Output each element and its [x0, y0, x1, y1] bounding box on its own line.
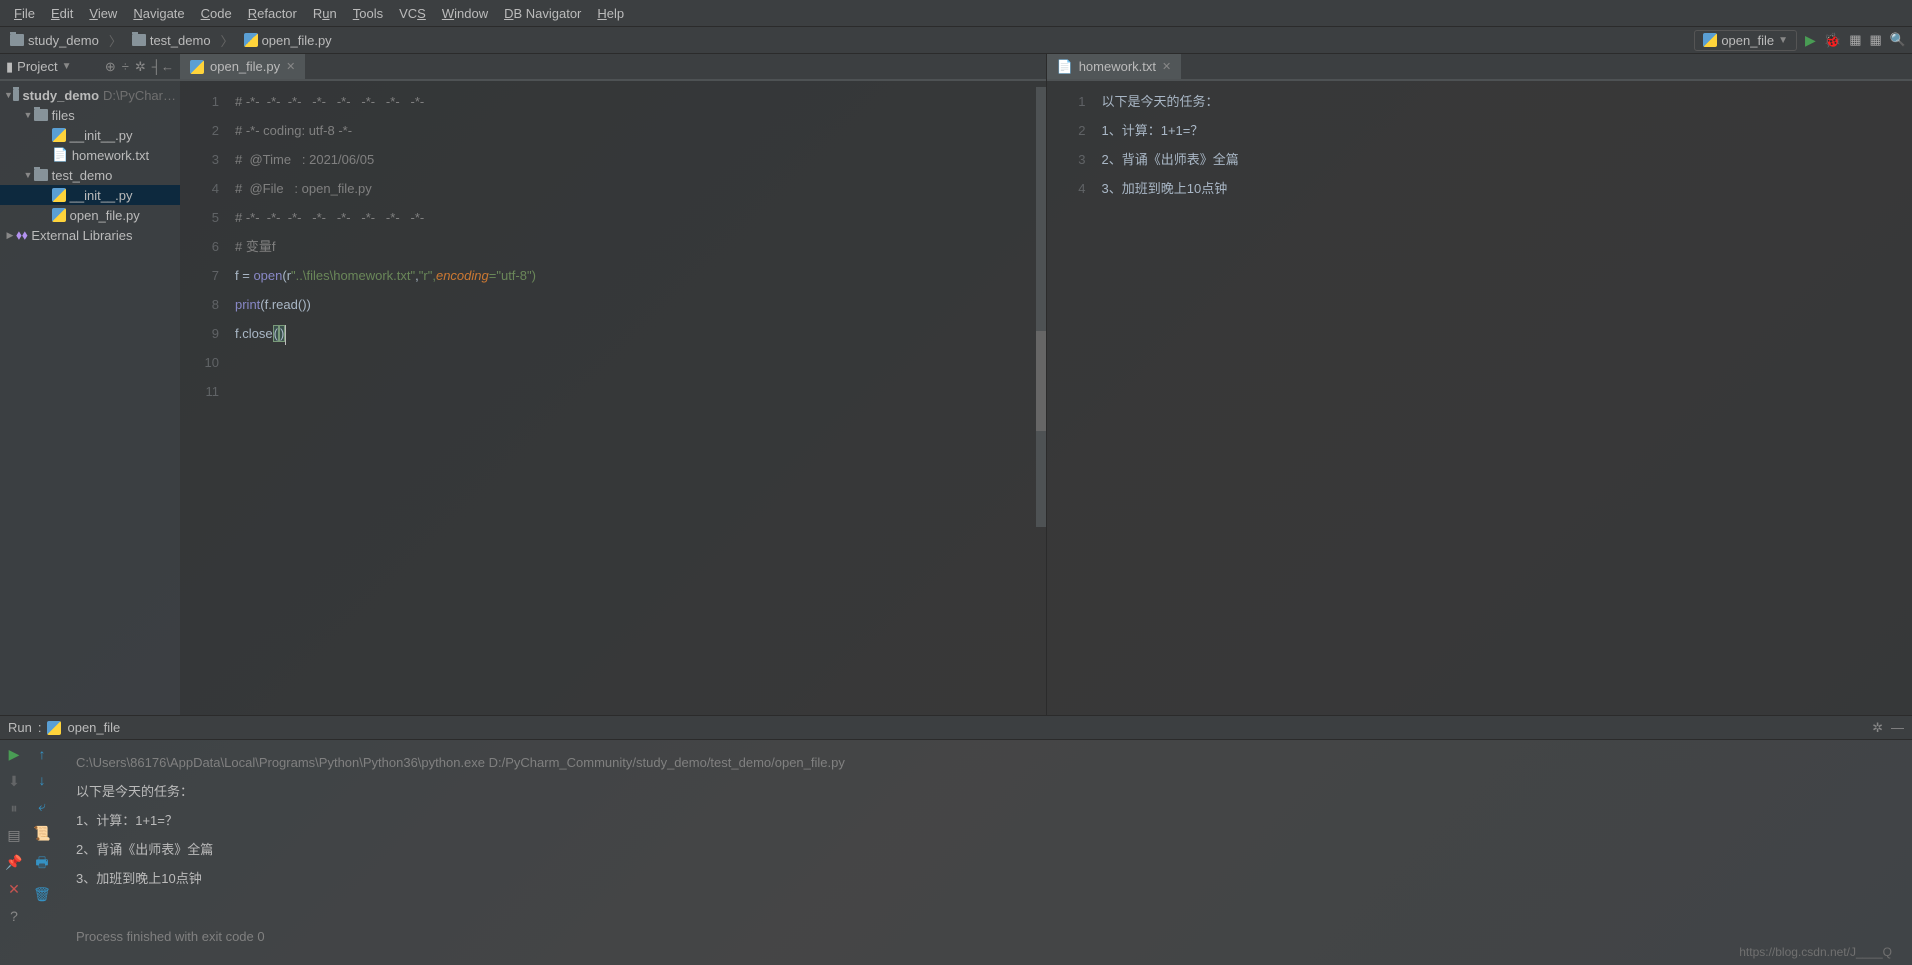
stop-down-icon[interactable]: ⬇ [8, 773, 20, 790]
code-editor[interactable]: 1234 以下是今天的任务：1、计算：1+1=？2、背诵《出师表》全篇3、加班到… [1047, 81, 1912, 715]
folder-icon [34, 169, 48, 181]
menu-dbnavigator[interactable]: DB Navigator [496, 2, 589, 25]
line-number-gutter: 1234567891011 [180, 81, 235, 715]
text-file-icon: 📄 [52, 147, 68, 163]
tree-file[interactable]: 📄 homework.txt [0, 145, 180, 165]
tab-label: open_file.py [210, 59, 280, 74]
wrap-icon[interactable]: ⤶ [38, 798, 46, 815]
breadcrumb-item[interactable]: test_demo [128, 31, 215, 50]
python-file-icon [52, 188, 66, 202]
locate-icon[interactable]: ⊕ [105, 59, 116, 75]
trash-icon[interactable]: 🗑 [33, 886, 51, 903]
breadcrumb: study_demo 〉 test_demo 〉 open_file.py [6, 31, 1694, 50]
tab-label: homework.txt [1079, 59, 1156, 74]
console-output[interactable]: C:\Users\86176\AppData\Local\Programs\Py… [56, 740, 1912, 965]
rerun-icon[interactable]: ▶ [9, 746, 20, 763]
editor-tab[interactable]: 📄 homework.txt ✕ [1047, 54, 1182, 79]
python-file-icon [244, 33, 258, 47]
close-icon[interactable]: ✕ [8, 881, 20, 898]
menu-help[interactable]: Help [589, 2, 632, 25]
python-file-icon [52, 208, 66, 222]
breadcrumb-item[interactable]: open_file.py [240, 31, 336, 50]
text-file-icon: 📄 [1057, 59, 1073, 75]
python-file-icon [47, 721, 61, 735]
pause-icon[interactable]: ⏸ [11, 800, 18, 817]
run-button[interactable]: ▶ [1805, 32, 1816, 49]
python-file-icon [52, 128, 66, 142]
menu-tools[interactable]: Tools [345, 2, 391, 25]
toolbar-icon[interactable]: ▦ [1849, 32, 1861, 48]
close-icon[interactable]: ✕ [286, 60, 295, 73]
watermark: https://blog.csdn.net/J____Q [1739, 945, 1892, 959]
tree-folder[interactable]: ▼ files [0, 105, 180, 125]
hide-icon[interactable]: ┤← [152, 59, 174, 75]
run-config-name: open_file [1721, 33, 1774, 48]
tree-file[interactable]: __init__.py [0, 185, 180, 205]
tree-external-libraries[interactable]: ▶⬧⬧ External Libraries [0, 225, 180, 245]
pin-icon[interactable]: 📌 [5, 854, 22, 871]
layout-icon[interactable]: ▤ [7, 827, 20, 844]
project-tree[interactable]: ▼ study_demoD:\PyChar… ▼ files __init__.… [0, 81, 180, 715]
folder-icon [13, 89, 19, 101]
tree-root[interactable]: ▼ study_demoD:\PyChar… [0, 85, 180, 105]
close-icon[interactable]: ✕ [1162, 60, 1171, 73]
folder-icon [132, 34, 146, 46]
help-icon[interactable]: ? [10, 908, 18, 924]
search-icon[interactable]: 🔍 [1890, 32, 1906, 48]
line-number-gutter: 1234 [1047, 81, 1102, 715]
python-file-icon [1703, 33, 1717, 47]
toolbar-icon[interactable]: ▦ [1870, 32, 1882, 48]
library-icon: ⬧⬧ [16, 227, 28, 243]
menu-run[interactable]: Run [305, 2, 345, 25]
project-toolwindow: ▮Project▼ ⊕ ÷ ✲ ┤← ▼ study_demoD:\PyChar… [0, 54, 180, 715]
debug-button[interactable]: 🐞 [1824, 32, 1841, 49]
menu-view[interactable]: View [81, 2, 125, 25]
scroll-icon[interactable]: 📜 [33, 825, 50, 842]
run-config-label: open_file [67, 720, 120, 735]
menu-file[interactable]: File [6, 2, 43, 25]
navbar: study_demo 〉 test_demo 〉 open_file.py op… [0, 26, 1912, 54]
tree-folder[interactable]: ▼ test_demo [0, 165, 180, 185]
menu-navigate[interactable]: Navigate [125, 2, 192, 25]
down-icon[interactable]: ↓ [39, 772, 46, 788]
code-editor[interactable]: 1234567891011 # -*- -*- -*- -*- -*- -*- … [180, 81, 1046, 715]
print-icon[interactable]: 🖶 [35, 852, 48, 876]
scrollbar[interactable] [1036, 87, 1046, 527]
editor-tab[interactable]: open_file.py ✕ [180, 54, 305, 79]
python-file-icon [190, 60, 204, 74]
menu-code[interactable]: Code [193, 2, 240, 25]
expand-all-icon[interactable]: ÷ [122, 59, 129, 75]
tree-file[interactable]: open_file.py [0, 205, 180, 225]
folder-icon [10, 34, 24, 46]
menu-refactor[interactable]: Refactor [240, 2, 305, 25]
hide-icon[interactable]: — [1891, 720, 1904, 736]
up-icon[interactable]: ↑ [39, 746, 46, 762]
folder-icon [34, 109, 48, 121]
menu-edit[interactable]: Edit [43, 2, 81, 25]
tree-file[interactable]: __init__.py [0, 125, 180, 145]
project-view-select[interactable]: ▮Project▼ [6, 59, 105, 75]
gear-icon[interactable]: ✲ [135, 59, 146, 75]
menu-vcs[interactable]: VCS [391, 2, 434, 25]
run-configuration-select[interactable]: open_file ▼ [1694, 30, 1797, 51]
menu-window[interactable]: Window [434, 2, 496, 25]
run-toolwindow: Run: open_file ✲ — ▶ ⬇ ⏸ ▤ 📌 ✕ ? ↑ ↓ [0, 715, 1912, 965]
gear-icon[interactable]: ✲ [1872, 720, 1883, 736]
chevron-down-icon: ▼ [1778, 35, 1788, 46]
breadcrumb-item[interactable]: study_demo [6, 31, 103, 50]
run-tab-label[interactable]: Run [8, 720, 32, 735]
menubar: File Edit View Navigate Code Refactor Ru… [0, 0, 1912, 26]
